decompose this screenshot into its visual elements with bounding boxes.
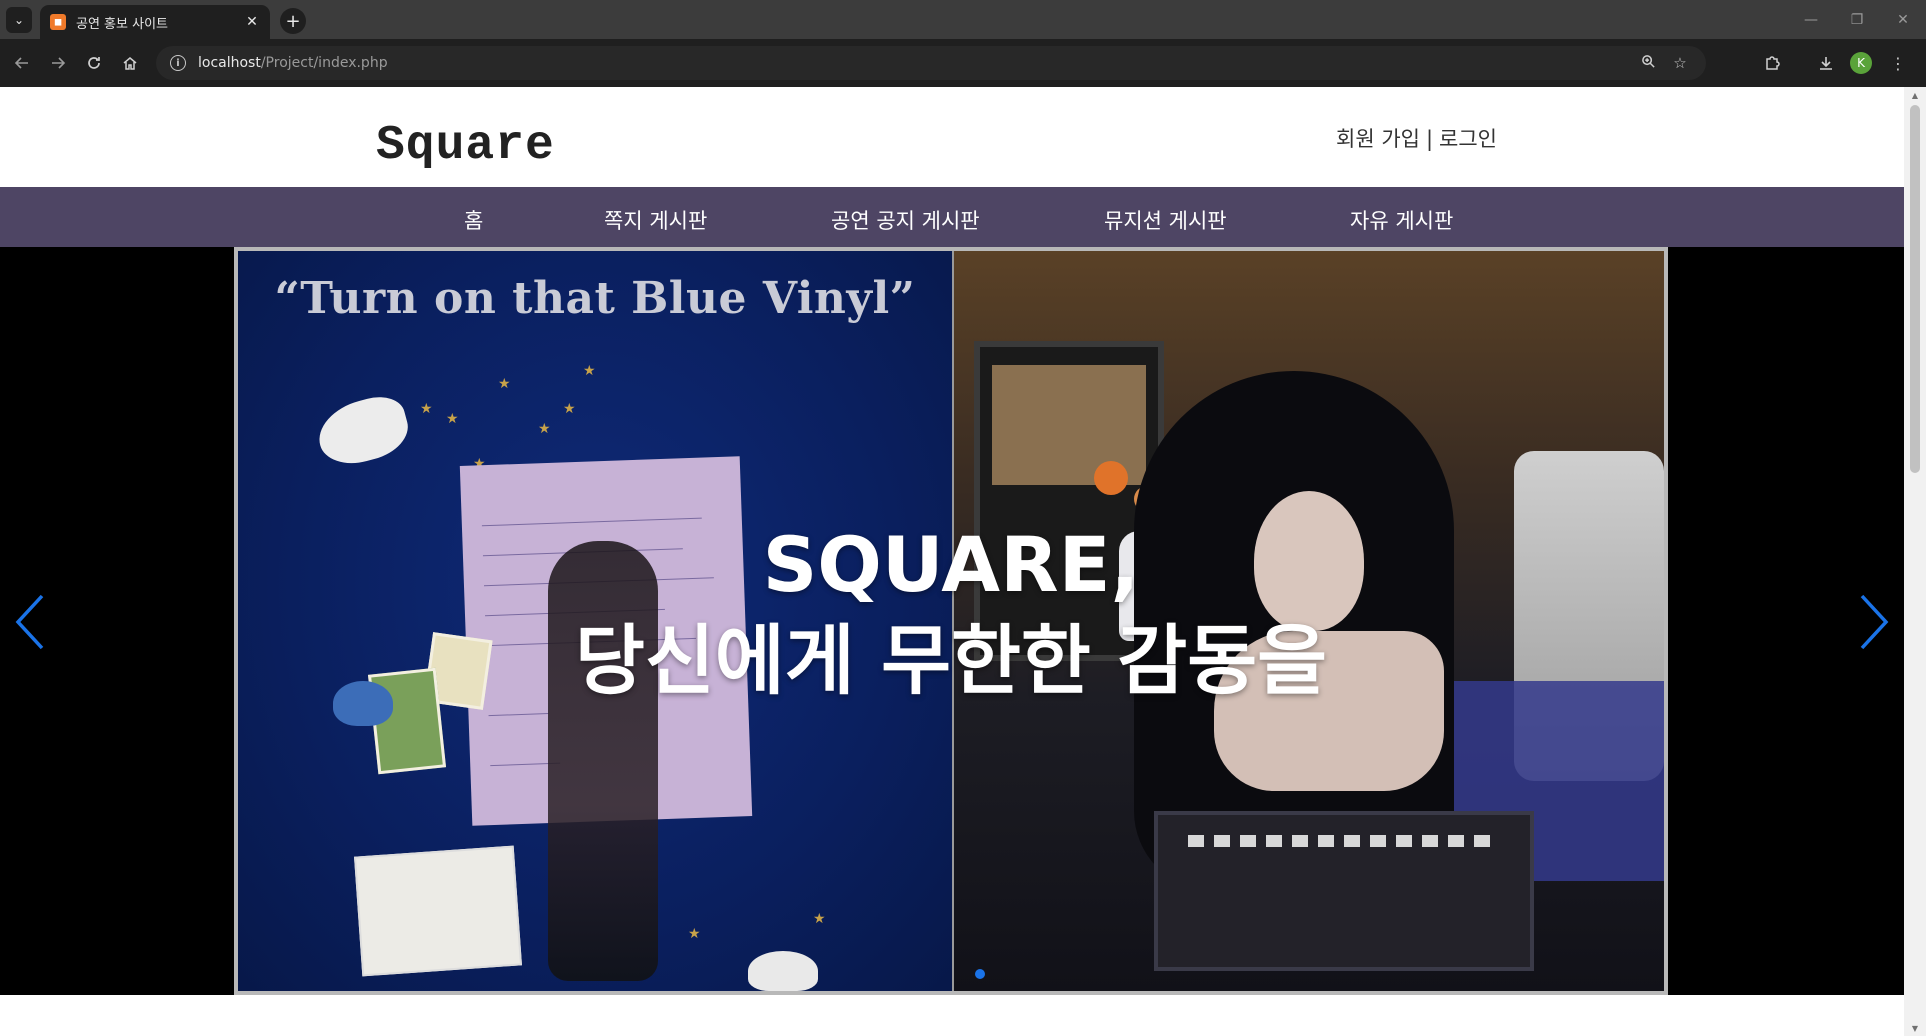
nav-item-free-board[interactable]: 자유 게시판 [1350,205,1453,235]
star-decoration: ★ [688,926,701,942]
carousel-pagination [975,969,985,979]
browser-tab-active[interactable]: ◼ 공연 홍보 사이트 ✕ [40,5,270,39]
main-nav: 홈 쪽지 게시판 공연 공지 게시판 뮤지션 게시판 자유 게시판 [0,187,1904,247]
login-link[interactable]: 로그인 [1439,127,1497,151]
album-cover-title: “Turn on that Blue Vinyl” [274,273,916,324]
site-logo[interactable]: Square [376,119,555,173]
url-path: /Project/index.php [260,55,388,71]
star-decoration: ★ [538,421,551,437]
dove-graphic [311,390,415,472]
sampler-pad [1188,835,1204,847]
kebab-menu-icon[interactable]: ⋮ [1884,49,1912,77]
forward-button[interactable] [44,49,72,77]
reload-icon [88,57,100,69]
sampler-pad [1318,835,1334,847]
sampler-pad [1292,835,1308,847]
nav-item-performance-notice-board[interactable]: 공연 공지 게시판 [831,205,980,235]
minimize-button[interactable]: — [1788,0,1834,39]
chevron-down-icon: ⌄ [13,13,25,27]
star-decoration: ★ [813,911,826,927]
profile-avatar[interactable]: K [1850,52,1872,74]
info-icon[interactable]: i [170,55,186,71]
pagination-dot-active[interactable] [975,969,985,979]
star-decoration: ★ [498,376,511,392]
tab-search-button[interactable]: ⌄ [6,7,32,33]
forward-arrow-icon [52,57,66,69]
browser-toolbar: i localhost/Project/index.php ☆ K ⋮ [0,39,1926,87]
sampler-pad [1422,835,1438,847]
new-tab-button[interactable]: + [280,8,306,34]
signup-link[interactable]: 회원 가입 [1336,127,1420,151]
sampler-graphic [1154,811,1534,971]
chevron-left-icon [15,594,44,650]
back-arrow-icon [14,57,28,69]
site-header: Square 회원 가입 | 로그인 [0,87,1904,187]
chevron-right-icon [1860,594,1889,650]
sampler-pad [1240,835,1256,847]
star-decoration: ★ [446,411,459,427]
hero-carousel: “Turn on that Blue Vinyl” ★ ★ ★ ★ ★ ★ ★ … [0,247,1904,995]
close-window-button[interactable]: ✕ [1880,0,1926,39]
url-host: localhost [198,55,261,71]
scroll-down-icon[interactable]: ▼ [1904,1020,1926,1036]
flower-bloom [1094,461,1128,495]
sampler-pad [1474,835,1490,847]
download-icon[interactable] [1812,49,1840,77]
hero-text: SQUARE, 당신에게 무한한 감동을 [234,517,1668,709]
restore-button[interactable]: ❐ [1834,0,1880,39]
scroll-up-icon[interactable]: ▲ [1904,87,1926,103]
back-button[interactable] [8,49,36,77]
sampler-pad [1448,835,1464,847]
star-decoration: ★ [583,363,596,379]
carousel-next-button[interactable] [1852,587,1896,657]
sampler-pad [1370,835,1386,847]
sampler-pad [1344,835,1360,847]
puzzle-icon[interactable] [1758,49,1786,77]
tab-close-icon[interactable]: ✕ [244,14,260,30]
postcard-graphic [354,845,522,977]
auth-separator: | [1425,127,1434,151]
nav-item-message-board[interactable]: 쪽지 게시판 [604,205,707,235]
browser-tabbar: ⌄ ◼ 공연 홍보 사이트 ✕ + — ❐ ✕ [0,0,1926,39]
nav-item-musician-board[interactable]: 뮤지션 게시판 [1104,205,1227,235]
hero-subtitle: 당신에게 무한한 감동을 [574,616,1328,705]
address-bar[interactable]: i localhost/Project/index.php ☆ [156,46,1706,80]
star-decoration: ★ [420,401,433,417]
bunny-graphic [748,951,818,991]
carousel-prev-button[interactable] [8,587,52,657]
home-button[interactable] [116,49,144,77]
window-controls: — ❐ ✕ [1788,0,1926,39]
auth-links: 회원 가입 | 로그인 [1336,123,1497,153]
zoom-icon[interactable] [1632,54,1664,73]
sampler-pad [1396,835,1412,847]
star-icon[interactable]: ☆ [1664,54,1696,72]
star-decoration: ★ [563,401,576,417]
hero-title: SQUARE, [762,520,1140,609]
favicon-icon: ◼ [50,14,66,30]
tab-title: 공연 홍보 사이트 [76,16,168,32]
letter-line [488,713,549,717]
home-icon [123,57,137,70]
reload-button[interactable] [80,49,108,77]
scrollbar-thumb[interactable] [1910,105,1920,473]
sampler-pad [1214,835,1230,847]
page-scrollbar[interactable]: ▲ ▼ [1904,87,1926,1036]
nav-item-home[interactable]: 홈 [464,205,483,235]
sampler-pad [1266,835,1282,847]
page-viewport: Square 회원 가입 | 로그인 홈 쪽지 게시판 공연 공지 게시판 뮤지션 … [0,87,1926,1036]
